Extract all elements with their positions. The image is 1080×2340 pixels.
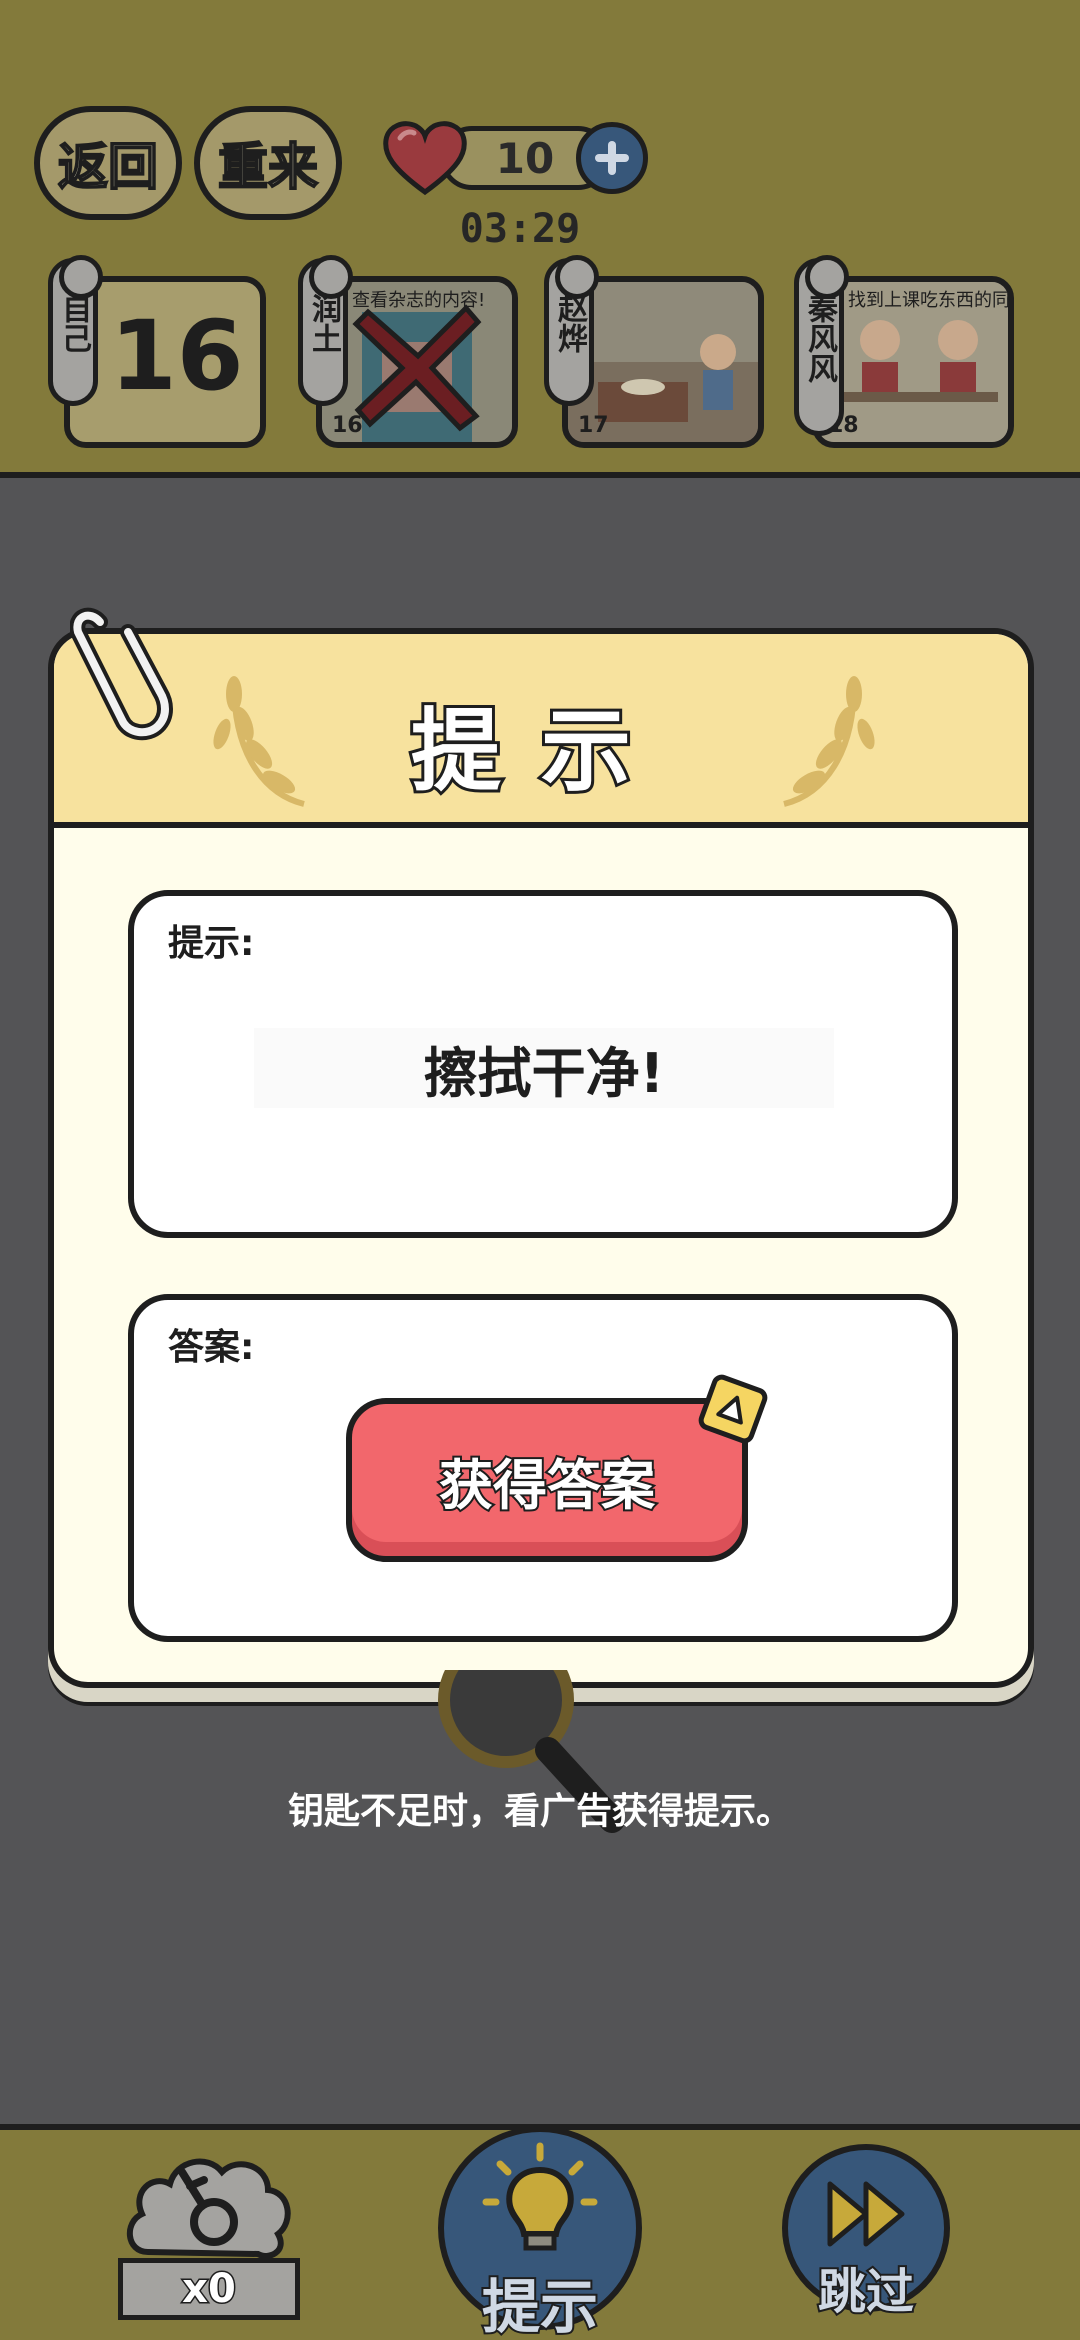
skip-button[interactable]: 跳过: [782, 2144, 950, 2322]
level-number-3: 17: [578, 413, 609, 438]
wheat-right-icon: [783, 676, 875, 807]
level-tag-3-label: 赵烨: [552, 293, 587, 353]
hint-dialog-header: 提示: [54, 634, 1028, 828]
hint-text: 擦拭干净!: [254, 1028, 834, 1108]
hint-button-label: 提示: [480, 2271, 600, 2340]
back-button-label: 返回: [57, 137, 159, 197]
level-tag-2-label: 润土: [306, 293, 341, 353]
level-timer: 03:29: [459, 206, 581, 252]
level-tag-4-label: 秦风风: [802, 293, 837, 383]
level-tag-4: 秦风风: [794, 255, 849, 436]
paperclip-icon: [70, 607, 173, 741]
hint-dialog: 提示 提示: 擦拭干净! 答案: 获得答案: [48, 628, 1034, 1688]
level-number-2: 16: [332, 413, 363, 438]
key-icon: [126, 2158, 291, 2259]
hint-box: 提示: 擦拭干净!: [128, 890, 958, 1238]
lives-counter: 10: [380, 118, 650, 198]
restart-button[interactable]: 重来: [194, 106, 342, 220]
level-tag-self: 自己: [48, 255, 103, 406]
keys-count: x0: [118, 2258, 300, 2320]
restart-button-label: 重来: [217, 137, 319, 197]
back-button[interactable]: 返回: [34, 106, 182, 220]
level-tag-2: 润土: [298, 255, 353, 406]
hint-label: 提示:: [168, 923, 255, 964]
level-tag-self-label: 自己: [56, 293, 91, 353]
get-answer-label: 获得答案: [437, 1452, 657, 1519]
keys-counter[interactable]: x0: [118, 2142, 300, 2332]
skip-button-label: 跳过: [816, 2262, 916, 2322]
add-lives-button[interactable]: [576, 122, 648, 194]
heart-icon: [383, 121, 467, 196]
hint-button[interactable]: 提示: [438, 2126, 642, 2340]
level-card-self-number: 16: [110, 300, 244, 412]
top-bar: 返回 重来 10 03:29 16 自己 查看杂志的内容! 16 润土 17 赵…: [0, 0, 1080, 478]
level-caption-4: 找到上课吃东西的同学!: [848, 290, 1010, 311]
answer-label: 答案:: [168, 1327, 255, 1368]
fast-forward-icon: [827, 2181, 905, 2247]
level-tag-3: 赵烨: [544, 255, 599, 406]
key-shortage-tip: 钥匙不足时，看广告获得提示。: [287, 1791, 792, 1832]
get-answer-button[interactable]: 获得答案: [346, 1398, 748, 1562]
answer-box: 答案: 获得答案: [128, 1294, 958, 1642]
lightbulb-icon: [482, 2142, 598, 2251]
failed-x-icon: [352, 304, 482, 432]
